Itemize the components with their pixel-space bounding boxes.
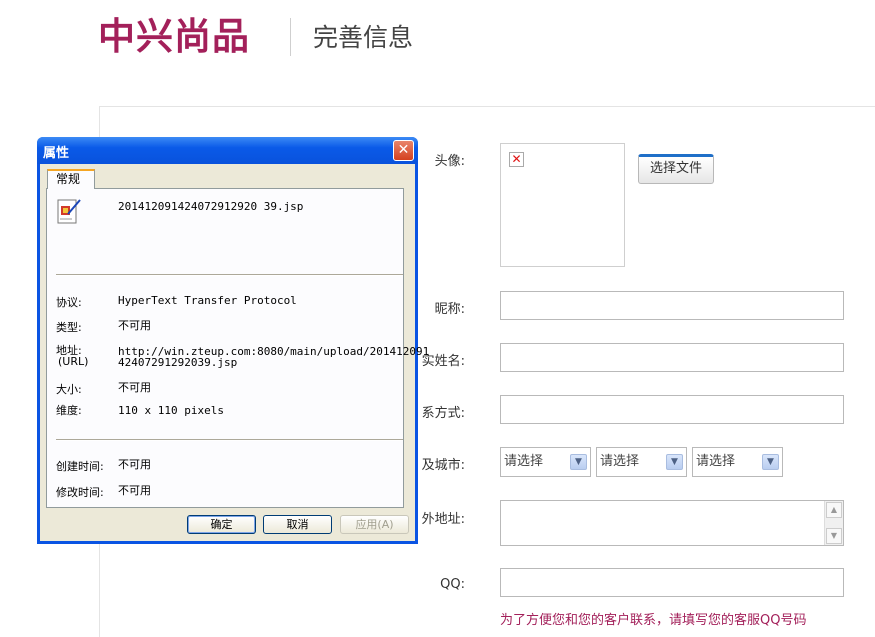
file-name: 201412091424072912920 39.jsp	[118, 200, 304, 213]
type-label: 类型:	[56, 321, 82, 334]
created-value: 不可用	[118, 458, 151, 471]
choose-file-button[interactable]: 选择文件	[638, 154, 714, 184]
divider	[56, 439, 403, 441]
tab-page-general: 201412091424072912920 39.jsp 协议: HyperTe…	[46, 188, 429, 508]
brand-logo: 中兴尚品	[98, 15, 250, 58]
scroll-down-icon[interactable]: ▼	[826, 528, 842, 544]
province-select[interactable]: 请选择 ▼	[500, 447, 591, 477]
nickname-input[interactable]	[500, 291, 844, 320]
dialog-titlebar[interactable]: 属性 ✕	[37, 137, 418, 164]
modified-value: 不可用	[118, 484, 151, 497]
district-select-value: 请选择	[696, 454, 736, 469]
protocol-value: HyperText Transfer Protocol	[118, 294, 297, 307]
qq-hint: 为了方便您和您的客户联系，请填写您的客服QQ号码	[500, 613, 807, 628]
divider	[56, 274, 403, 276]
modified-label: 修改时间:	[56, 486, 104, 499]
address-url-value-cont: 42407291292039.jsp	[118, 356, 238, 369]
contact-input[interactable]	[500, 395, 844, 424]
chevron-down-icon[interactable]: ▼	[762, 454, 779, 470]
district-select[interactable]: 请选择 ▼	[692, 447, 783, 477]
tab-general[interactable]: 常规	[47, 169, 95, 189]
chevron-down-icon[interactable]: ▼	[570, 454, 587, 470]
dialog-body: 常规 201412091424072912920 39.jsp 协议: Hype…	[40, 164, 429, 541]
cancel-button[interactable]: 取消	[263, 515, 332, 534]
close-icon[interactable]: ✕	[393, 140, 414, 161]
type-value: 不可用	[118, 319, 151, 332]
page-title: 完善信息	[313, 23, 414, 52]
dimensions-value: 110 x 110 pixels	[118, 404, 224, 417]
address-url-sublabel: (URL)	[58, 355, 89, 368]
realname-input[interactable]	[500, 343, 844, 372]
dialog-title: 属性	[43, 146, 70, 161]
scroll-up-icon[interactable]: ▲	[826, 502, 842, 518]
created-label: 创建时间:	[56, 460, 104, 473]
properties-dialog: 属性 ✕ 常规 201412091424072912920 39.jsp 协议:…	[37, 137, 429, 544]
address-textarea[interactable]: ▲ ▼	[500, 500, 844, 546]
avatar-preview: ✕	[500, 143, 625, 267]
protocol-label: 协议:	[56, 296, 82, 309]
qq-label: QQ:	[440, 577, 465, 592]
chevron-down-icon[interactable]: ▼	[666, 454, 683, 470]
broken-image-icon: ✕	[509, 152, 524, 167]
file-icon	[57, 199, 81, 224]
apply-button[interactable]: 应用(A)	[340, 515, 409, 534]
qq-input[interactable]	[500, 568, 844, 597]
dimensions-label: 维度:	[56, 404, 82, 417]
header-divider	[290, 18, 291, 56]
size-label: 大小:	[56, 383, 82, 396]
size-value: 不可用	[118, 381, 151, 394]
address-scrollbar[interactable]: ▲ ▼	[824, 501, 843, 545]
city-select-value: 请选择	[600, 454, 640, 469]
ok-button[interactable]: 确定	[187, 515, 256, 534]
city-select[interactable]: 请选择 ▼	[596, 447, 687, 477]
province-select-value: 请选择	[504, 454, 544, 469]
